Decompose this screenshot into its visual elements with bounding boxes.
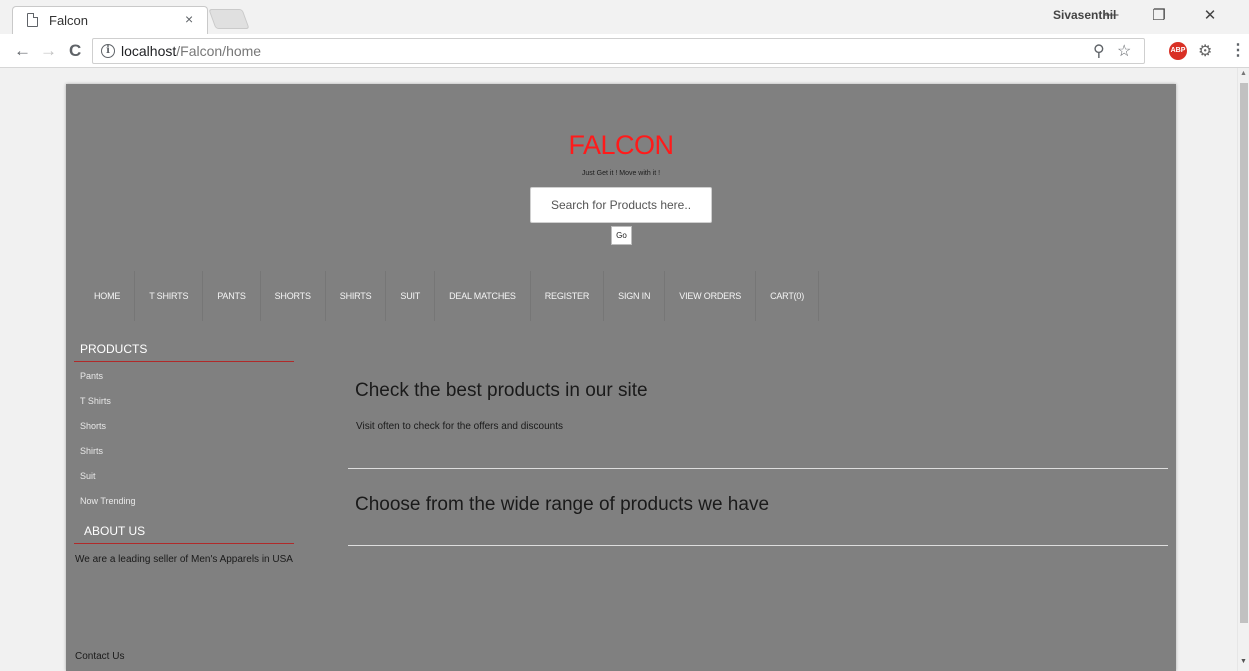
browser-titlebar: Falcon × Sivasenthil — ❐ ✕ — [0, 0, 1249, 34]
browser-tab[interactable]: Falcon × — [12, 6, 208, 34]
page-container: FALCON Just Get it ! Move with it ! Go H… — [66, 84, 1176, 671]
brand-title[interactable]: FALCON — [66, 130, 1176, 161]
search-input[interactable] — [530, 187, 712, 223]
info-icon[interactable]: i — [101, 44, 115, 58]
tagline: Just Get it ! Move with it ! — [581, 170, 661, 177]
new-tab-button[interactable] — [208, 9, 250, 29]
sidebar-item-suit[interactable]: Suit — [74, 470, 294, 495]
page-icon — [27, 13, 38, 27]
nav-t-shirts[interactable]: T SHIRTS — [135, 271, 204, 321]
about-text: We are a leading seller of Men's Apparel… — [75, 554, 293, 565]
secondary-heading: Choose from the wide range of products w… — [355, 494, 770, 515]
sidebar: PRODUCTS Pants T Shirts Shorts Shirts Su… — [74, 342, 294, 570]
minimize-icon[interactable]: — — [1096, 6, 1126, 23]
reload-icon[interactable]: C — [69, 41, 81, 61]
scroll-thumb[interactable] — [1240, 83, 1248, 623]
address-bar[interactable]: i localhost/Falcon/home ⚲ ☆ — [92, 38, 1145, 64]
browser-menu-icon[interactable]: ⋮ — [1230, 40, 1246, 60]
nav-view-orders[interactable]: VIEW ORDERS — [665, 271, 757, 321]
tab-title: Falcon — [49, 13, 89, 28]
browser-toolbar: ← → C i localhost/Falcon/home ⚲ ☆ — [0, 34, 1249, 68]
nav-shorts[interactable]: SHORTS — [261, 271, 326, 321]
nav-home[interactable]: HOME — [80, 271, 136, 321]
sidebar-item-shorts[interactable]: Shorts — [74, 420, 294, 445]
contact-us-link[interactable]: Contact Us — [75, 651, 124, 662]
content-divider — [348, 468, 1168, 469]
sidebar-item-t-shirts[interactable]: T Shirts — [74, 395, 294, 420]
close-icon[interactable]: ✕ — [1195, 6, 1225, 24]
main-heading: Check the best products in our site — [355, 380, 648, 401]
main-nav: HOME T SHIRTS PANTS SHORTS SHIRTS SUIT D… — [80, 271, 820, 321]
bookmark-star-icon[interactable]: ☆ — [1117, 41, 1131, 61]
url-host: localhost — [121, 43, 177, 59]
scroll-down-icon[interactable]: ▼ — [1240, 658, 1247, 665]
page-scrollbar[interactable]: ▲ ▼ — [1237, 68, 1249, 671]
nav-suit[interactable]: SUIT — [386, 271, 436, 321]
nav-sign-in[interactable]: SIGN IN — [604, 271, 666, 321]
main-paragraph: Visit often to check for the offers and … — [356, 421, 563, 432]
products-list: Pants T Shirts Shorts Shirts Suit Now Tr… — [74, 362, 294, 520]
nav-shirts[interactable]: SHIRTS — [326, 271, 387, 321]
nav-pants[interactable]: PANTS — [203, 271, 261, 321]
tab-close-icon[interactable]: × — [185, 11, 193, 27]
sidebar-item-now-trending[interactable]: Now Trending — [74, 495, 294, 520]
go-button[interactable]: Go — [611, 226, 632, 245]
scroll-up-icon[interactable]: ▲ — [1240, 70, 1247, 77]
forward-icon[interactable]: → — [40, 41, 57, 61]
nav-cart[interactable]: CART(0) — [756, 271, 820, 321]
sidebar-item-pants[interactable]: Pants — [74, 370, 294, 395]
products-heading: PRODUCTS — [74, 342, 294, 362]
nav-deal-matches[interactable]: DEAL MATCHES — [435, 271, 531, 321]
url-text: localhost/Falcon/home — [121, 43, 261, 59]
nav-register[interactable]: REGISTER — [531, 271, 605, 321]
content-divider — [348, 545, 1168, 546]
back-icon[interactable]: ← — [14, 41, 31, 61]
sidebar-item-shirts[interactable]: Shirts — [74, 445, 294, 470]
url-path: /Falcon/home — [176, 43, 262, 59]
extension-icon[interactable]: ⚙ — [1198, 41, 1212, 61]
adblock-icon[interactable]: ABP — [1169, 42, 1187, 60]
about-heading: ABOUT US — [74, 524, 294, 544]
zoom-icon[interactable]: ⚲ — [1093, 41, 1105, 61]
restore-icon[interactable]: ❐ — [1144, 6, 1174, 24]
